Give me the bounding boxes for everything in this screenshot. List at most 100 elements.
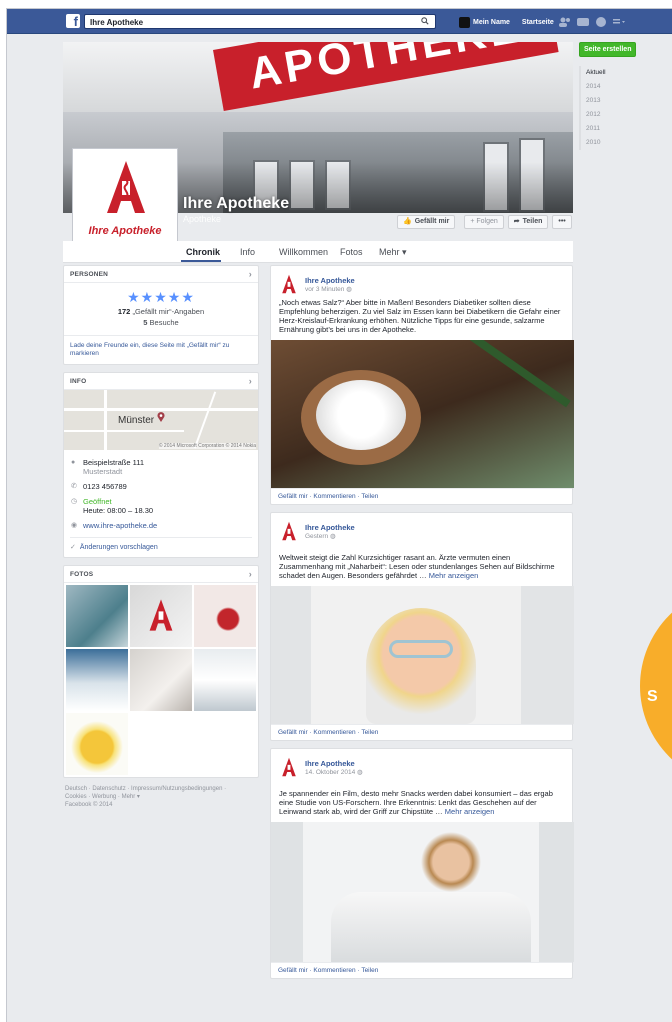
info-heading[interactable]: INFO › bbox=[64, 373, 258, 390]
promo-badge-label: S bbox=[647, 688, 658, 705]
post-header: Ihre Apotheke Gestern ◍ bbox=[271, 513, 572, 543]
like-page-label: Gefällt mir bbox=[414, 218, 450, 225]
right-rail: Seite erstellen Aktuell 2014 2013 2012 2… bbox=[579, 42, 649, 150]
opening-hours: Heute: 08:00 – 18.30 bbox=[83, 506, 154, 515]
map-city-label: Münster bbox=[118, 415, 155, 426]
visits-label: Besuche bbox=[149, 318, 179, 327]
chevron-right-icon[interactable]: › bbox=[249, 569, 252, 579]
website-row: ◉ www.ihre-apotheke.de bbox=[64, 518, 258, 533]
visits-summary: 5 Besuche bbox=[64, 318, 258, 327]
pharmacy-logo-icon[interactable] bbox=[279, 521, 299, 541]
post-body: Weltweit steigt die Zahl Kurzsichtiger r… bbox=[271, 543, 572, 586]
pharmacy-logo-icon bbox=[107, 161, 145, 213]
page-category: Apotheke bbox=[183, 214, 222, 224]
photos-card: FOTOS › bbox=[63, 565, 259, 778]
settings-menu-icon[interactable] bbox=[612, 16, 626, 28]
tab-fotos[interactable]: Fotos bbox=[340, 247, 363, 257]
map-road bbox=[64, 408, 258, 411]
post-image[interactable] bbox=[271, 822, 574, 962]
location-map[interactable]: Münster © 2014 Microsoft Corporation © 2… bbox=[64, 390, 258, 450]
avatar[interactable] bbox=[459, 16, 470, 28]
info-card: INFO › Münster © 2014 Microsoft Corporati… bbox=[63, 372, 259, 558]
post: Ihre Apotheke vor 3 Minuten ◍ „Noch etwa… bbox=[270, 265, 574, 505]
like-page-button[interactable]: 👍 Gefällt mir bbox=[397, 215, 456, 229]
photo-thumbnail[interactable] bbox=[130, 585, 192, 647]
post-actions[interactable]: Gefällt mir · Kommentieren · Teilen bbox=[271, 488, 572, 504]
suggest-edits-link[interactable]: ✓ Änderungen vorschlagen bbox=[70, 537, 252, 557]
see-more-link[interactable]: Mehr anzeigen bbox=[445, 807, 495, 816]
search-input[interactable]: Ihre Apotheke bbox=[84, 14, 436, 29]
post-author[interactable]: Ihre Apotheke bbox=[305, 759, 355, 768]
post-actions[interactable]: Gefällt mir · Kommentieren · Teilen bbox=[271, 724, 572, 740]
hours-row: ◷ Geöffnet Heute: 08:00 – 18.30 bbox=[64, 494, 258, 518]
post-text: Je spannender ein Film, desto mehr Snack… bbox=[279, 789, 553, 816]
tab-willkommen[interactable]: Willkommen bbox=[279, 247, 328, 257]
photo-thumbnail[interactable] bbox=[130, 649, 192, 711]
map-road bbox=[104, 390, 107, 450]
profile-label: Ihre Apotheke bbox=[88, 225, 162, 237]
photos-heading[interactable]: FOTOS › bbox=[64, 566, 258, 583]
left-column: PERSONEN › ★★★★★ 172 „Gefällt mir“-Angabe… bbox=[63, 265, 259, 809]
follow-button[interactable]: + Folgen bbox=[464, 215, 504, 229]
friend-requests-icon[interactable] bbox=[558, 16, 572, 28]
more-options-button[interactable]: ••• bbox=[552, 215, 572, 229]
see-more-link[interactable]: Mehr anzeigen bbox=[429, 571, 479, 580]
likes-summary: 172 „Gefällt mir“-Angaben bbox=[64, 307, 258, 316]
pharmacy-logo-icon[interactable] bbox=[279, 274, 299, 294]
year-link[interactable]: 2011 bbox=[586, 122, 649, 136]
facebook-logo-icon[interactable]: f bbox=[66, 14, 80, 28]
photo-thumbnail[interactable] bbox=[66, 649, 128, 711]
checkmark-icon: ✓ bbox=[70, 544, 76, 551]
website-link[interactable]: www.ihre-apotheke.de bbox=[83, 521, 157, 530]
page-title[interactable]: Ihre Apotheke bbox=[183, 195, 289, 213]
people-heading[interactable]: PERSONEN › bbox=[64, 266, 258, 283]
cover-buttons: 👍 Gefällt mir + Folgen ➦ Teilen ••• bbox=[393, 215, 572, 229]
post-timestamp[interactable]: 14. Oktober 2014 ◍ bbox=[305, 768, 363, 776]
city: Musterstadt bbox=[83, 467, 123, 476]
post-timestamp[interactable]: vor 3 Minuten ◍ bbox=[305, 285, 352, 293]
share-button[interactable]: ➦ Teilen bbox=[507, 215, 549, 229]
footer-line[interactable]: Cookies · Werbung · Mehr ▾ bbox=[65, 793, 257, 801]
chevron-right-icon[interactable]: › bbox=[249, 376, 252, 386]
photo-thumbnail[interactable] bbox=[66, 713, 128, 775]
post-author[interactable]: Ihre Apotheke bbox=[305, 276, 355, 285]
thumbs-up-icon: 👍 bbox=[403, 218, 412, 225]
post-author[interactable]: Ihre Apotheke bbox=[305, 523, 355, 532]
post-image-child bbox=[366, 608, 476, 724]
post-image[interactable] bbox=[271, 340, 574, 488]
pharmacy-logo-icon bbox=[149, 599, 173, 631]
post-actions[interactable]: Gefällt mir · Kommentieren · Teilen bbox=[271, 962, 572, 978]
facebook-topbar: f Ihre Apotheke Mein Name Startseite bbox=[7, 9, 672, 34]
post-image[interactable] bbox=[271, 586, 574, 724]
phone-number[interactable]: 0123 456789 bbox=[83, 482, 127, 491]
tab-chronik[interactable]: Chronik bbox=[186, 247, 220, 257]
profile-picture[interactable]: Ihre Apotheke bbox=[73, 149, 177, 253]
photo-thumbnail[interactable] bbox=[194, 585, 256, 647]
user-name-link[interactable]: Mein Name bbox=[473, 19, 510, 26]
pharmacy-logo-icon[interactable] bbox=[279, 757, 299, 777]
messages-icon[interactable] bbox=[576, 16, 590, 28]
people-heading-label: PERSONEN bbox=[70, 271, 109, 278]
year-link[interactable]: 2010 bbox=[586, 136, 649, 150]
tab-more[interactable]: Mehr ▾ bbox=[379, 247, 407, 258]
post-timestamp[interactable]: Gestern ◍ bbox=[305, 532, 336, 540]
footer-line[interactable]: Deutsch · Datenschutz · Impressum/Nutzun… bbox=[65, 785, 257, 793]
timeline-years: Aktuell 2014 2013 2012 2011 2010 bbox=[579, 66, 649, 150]
create-page-button[interactable]: Seite erstellen bbox=[579, 42, 637, 57]
notifications-icon[interactable] bbox=[594, 16, 608, 28]
photo-thumbnail[interactable] bbox=[66, 585, 128, 647]
home-link[interactable]: Startseite bbox=[522, 19, 554, 26]
year-link[interactable]: 2013 bbox=[586, 94, 649, 108]
invite-friends-link[interactable]: Lade deine Freunde ein, diese Seite mit … bbox=[64, 335, 258, 364]
year-link[interactable]: Aktuell bbox=[586, 66, 649, 80]
year-link[interactable]: 2014 bbox=[586, 80, 649, 94]
clock-icon: ◷ bbox=[71, 498, 78, 505]
promo-badge[interactable]: S bbox=[640, 586, 672, 786]
year-link[interactable]: 2012 bbox=[586, 108, 649, 122]
tab-info[interactable]: Info bbox=[240, 247, 255, 257]
post-body: Je spannender ein Film, desto mehr Snack… bbox=[271, 779, 572, 822]
photo-thumbnail[interactable] bbox=[194, 649, 256, 711]
topbar-separator bbox=[515, 19, 517, 26]
search-icon[interactable] bbox=[421, 17, 429, 25]
chevron-right-icon[interactable]: › bbox=[249, 269, 252, 279]
